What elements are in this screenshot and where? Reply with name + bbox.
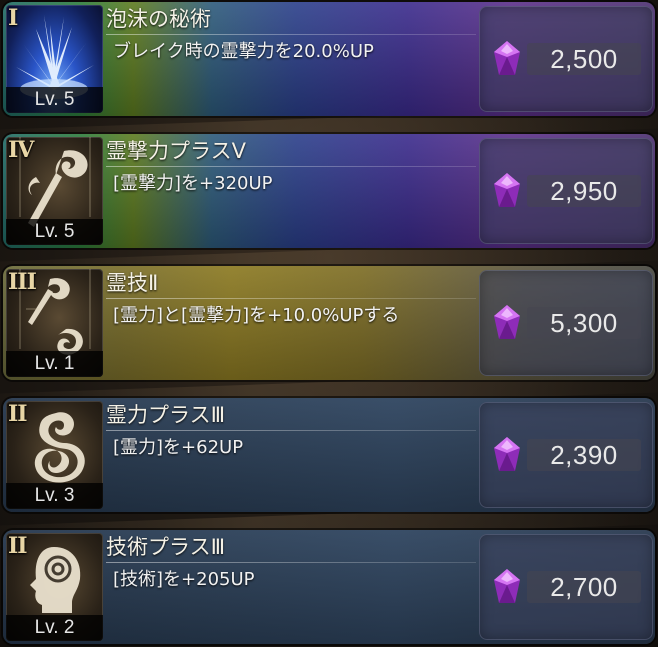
skill-description: [技術]を+205UP (113, 569, 255, 590)
skill-name: 霊力プラスⅢ (106, 403, 226, 427)
skill-description: ブレイク時の霊撃力を20.0%UP (113, 41, 374, 62)
skill-description: [霊撃力]を+320UP (113, 173, 273, 194)
upgrade-cost-button[interactable]: 2,700 (479, 534, 653, 640)
skill-icon-frame: III Lv. 1 (6, 269, 103, 377)
cost-value: 2,500 (527, 43, 641, 75)
purple-gem-icon (494, 569, 520, 603)
skill-name: 霊撃力プラスV (106, 139, 246, 163)
skill-name: 霊技Ⅱ (106, 271, 159, 295)
rank-numeral: I (8, 5, 18, 31)
skill-icon-frame: II Lv. 2 (6, 533, 103, 641)
skill-level: Lv. 1 (6, 351, 103, 377)
skill-name: 技術プラスⅢ (106, 535, 226, 559)
skill-icon-frame: II Lv. 3 (6, 401, 103, 509)
rank-numeral: IV (8, 137, 34, 163)
rank-numeral: II (8, 401, 28, 427)
cost-value: 2,950 (527, 175, 641, 207)
name-divider (106, 298, 476, 299)
skill-level: Lv. 5 (6, 87, 103, 113)
skill-row[interactable]: II Lv. 2 技術プラスⅢ [技術]を+205UP 2,700 (3, 530, 655, 644)
upgrade-cost-button[interactable]: 2,500 (479, 6, 653, 112)
cost-value: 5,300 (527, 307, 641, 339)
name-divider (106, 430, 476, 431)
name-divider (106, 562, 476, 563)
skill-level: Lv. 3 (6, 483, 103, 509)
skill-name: 泡沫の秘術 (106, 7, 211, 31)
name-divider (106, 166, 476, 167)
skill-row[interactable]: II Lv. 3 霊力プラスⅢ [霊力]を+62UP 2,390 (3, 398, 655, 512)
rank-numeral: III (8, 269, 37, 295)
skill-description: [霊力]を+62UP (113, 437, 244, 458)
skill-level: Lv. 5 (6, 219, 103, 245)
rank-numeral: II (8, 533, 28, 559)
purple-gem-icon (494, 41, 520, 75)
skill-icon-frame: I Lv. 5 (6, 5, 103, 113)
upgrade-cost-button[interactable]: 2,390 (479, 402, 653, 508)
upgrade-cost-button[interactable]: 5,300 (479, 270, 653, 376)
skill-row[interactable]: IV Lv. 5 霊撃力プラスV [霊撃力]を+320UP 2,950 (3, 134, 655, 248)
skill-row[interactable]: III Lv. 1 霊技Ⅱ [霊力]と[霊撃力]を+10.0%UPする 5,30… (3, 266, 655, 380)
skill-level: Lv. 2 (6, 615, 103, 641)
purple-gem-icon (494, 305, 520, 339)
cost-value: 2,700 (527, 571, 641, 603)
name-divider (106, 34, 476, 35)
skill-row[interactable]: I Lv. 5 泡沫の秘術 ブレイク時の霊撃力を20.0%UP 2,500 (3, 2, 655, 116)
purple-gem-icon (494, 173, 520, 207)
upgrade-cost-button[interactable]: 2,950 (479, 138, 653, 244)
skill-list: I Lv. 5 泡沫の秘術 ブレイク時の霊撃力を20.0%UP 2,500 IV… (0, 0, 658, 647)
skill-upgrade-screen: I Lv. 5 泡沫の秘術 ブレイク時の霊撃力を20.0%UP 2,500 IV… (0, 0, 658, 647)
purple-gem-icon (494, 437, 520, 471)
skill-description: [霊力]と[霊撃力]を+10.0%UPする (113, 305, 400, 326)
cost-value: 2,390 (527, 439, 641, 471)
skill-icon-frame: IV Lv. 5 (6, 137, 103, 245)
